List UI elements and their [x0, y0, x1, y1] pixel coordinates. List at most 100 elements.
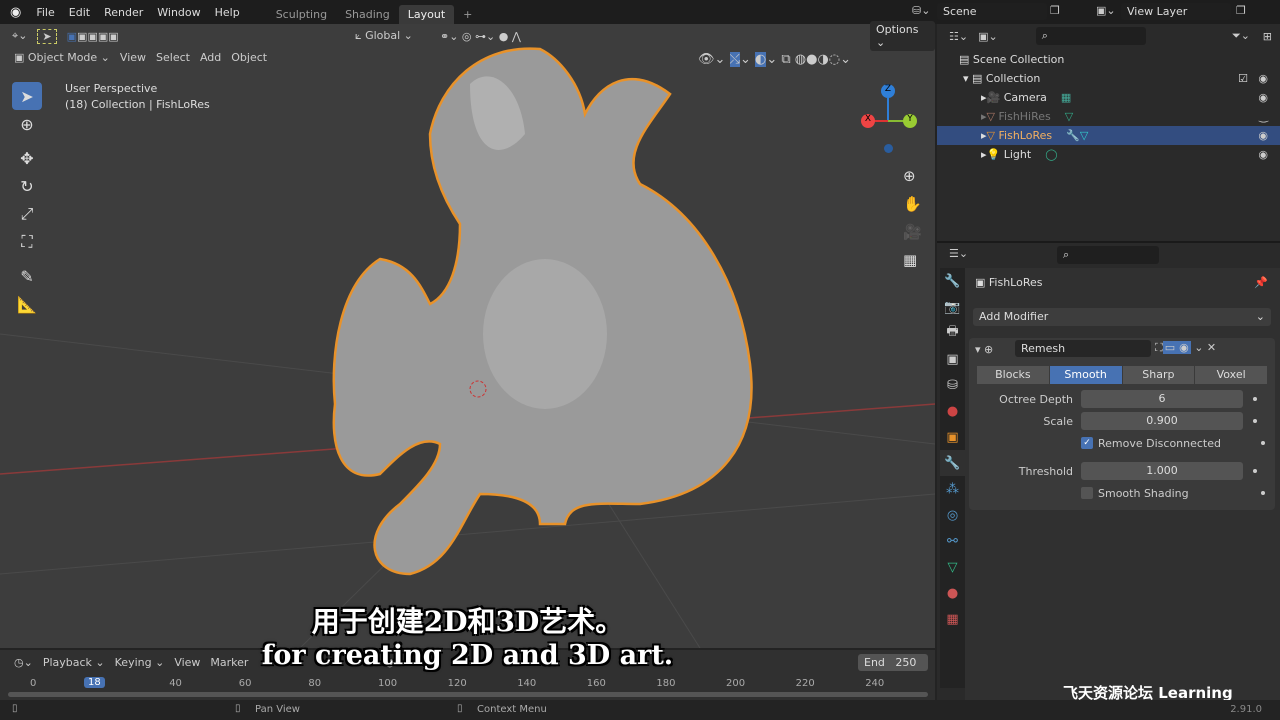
menu-window[interactable]: Window	[150, 6, 207, 19]
frame-tick: 180	[656, 678, 676, 689]
view-layer-tab-icon[interactable]: ▣	[940, 346, 965, 372]
outliner-search[interactable]: ⌕	[1035, 27, 1146, 45]
camera-view-icon[interactable]: 🎥	[903, 218, 922, 246]
material-tab-icon[interactable]: ●	[940, 580, 965, 606]
threshold-field[interactable]: 1.000	[1081, 462, 1243, 480]
menu-edit[interactable]: Edit	[62, 6, 97, 19]
scene-icon[interactable]: ⛁⌄	[912, 4, 930, 17]
move-tool[interactable]: ✥	[12, 144, 42, 172]
tool-tab-icon[interactable]: 🔧	[940, 268, 965, 294]
tab-sculpting[interactable]: Sculpting	[267, 5, 336, 24]
output-tab-icon[interactable]: 🖶	[940, 320, 965, 346]
pin-icon[interactable]: 📌	[1254, 276, 1268, 289]
new-collection-icon[interactable]: ⊞	[1263, 30, 1272, 43]
navigation-gizmo[interactable]: Z X Y	[858, 80, 920, 160]
data-tab-icon[interactable]: ▽	[940, 554, 965, 580]
particles-tab-icon[interactable]: ⁂	[940, 476, 965, 502]
frame-tick: 0	[30, 678, 37, 689]
outliner-item-fishhires[interactable]: ▸ ▽ FishHiRes ▽ ‿	[937, 107, 1280, 126]
eye-closed-icon[interactable]: ‿	[1259, 110, 1268, 123]
menu-render[interactable]: Render	[97, 6, 150, 19]
frame-ruler[interactable]: 0 40 60 80 100 120 140 160 180 200 220 240	[0, 678, 935, 692]
scale-field[interactable]: 0.900	[1081, 412, 1243, 430]
physics-tab-icon[interactable]: ◎	[940, 502, 965, 528]
world-tab-icon[interactable]: ●	[940, 398, 965, 424]
pivot-snap-icons[interactable]: ⚭⌄ ◎ ⊶⌄ ● ⋀	[440, 30, 521, 43]
current-frame-indicator[interactable]: 18	[84, 677, 105, 688]
editor-type-icon[interactable]: ☰⌄	[949, 247, 968, 260]
outliner-item-light[interactable]: ▸ 💡 Light ◯ ◉	[937, 145, 1280, 164]
mode-blocks[interactable]: Blocks	[977, 366, 1049, 384]
cursor-tool[interactable]: ⊕	[12, 110, 42, 138]
axis-z[interactable]: Z	[881, 84, 895, 98]
viewport-shading-icons[interactable]: 👁⌄ ⤯⌄ ◐⌄ ⧉ ◍●◑◌⌄	[698, 52, 851, 67]
octree-depth-field[interactable]: 6	[1081, 390, 1243, 408]
selection-mode-icons[interactable]: ▣▣▣▣▣	[67, 30, 119, 43]
scale-tool[interactable]: ⤢	[12, 200, 42, 228]
measure-tool[interactable]: 📐	[12, 290, 42, 318]
options-dropdown[interactable]: Options ⌄	[870, 21, 935, 51]
object-tab-icon[interactable]: ▣	[940, 424, 965, 450]
scene-field[interactable]: Scene	[937, 3, 1047, 20]
tab-shading[interactable]: Shading	[336, 5, 399, 24]
view-layer-field[interactable]: View Layer	[1121, 3, 1231, 20]
mode-smooth[interactable]: Smooth	[1049, 366, 1122, 384]
mode-voxel[interactable]: Voxel	[1195, 366, 1267, 384]
subtitle-english: for creating 2D and 3D art.	[261, 640, 674, 671]
axis-x[interactable]: X	[861, 114, 875, 128]
menu-file[interactable]: File	[29, 6, 61, 19]
view-layer-icon[interactable]: ▣⌄	[1096, 4, 1116, 17]
eye-icon[interactable]: ◉	[1258, 72, 1268, 85]
blender-logo-icon[interactable]: ◉	[0, 5, 29, 20]
filter-view-icon[interactable]: ▣⌄	[978, 30, 998, 43]
render-tab-icon[interactable]: 📷	[940, 294, 965, 320]
eye-icon[interactable]: ◉	[1258, 91, 1268, 104]
menu-add[interactable]: Add	[200, 51, 221, 64]
checkbox-icon[interactable]: ☑	[1238, 72, 1248, 85]
copy-view-layer-icon[interactable]: ❐	[1236, 4, 1246, 17]
constraints-tab-icon[interactable]: ⚯	[940, 528, 965, 554]
grid-view-icon[interactable]: ▦	[903, 246, 922, 274]
remove-disconnected-checkbox[interactable]: ✓ Remove Disconnected	[969, 432, 1275, 454]
outliner-scene-collection[interactable]: ▤ Scene Collection	[937, 50, 1280, 69]
eye-icon[interactable]: ◉	[1258, 129, 1268, 142]
modifier-tab-icon[interactable]: 🔧	[940, 450, 965, 476]
outliner-item-camera[interactable]: ▸ 🎥 Camera ▦ ◉	[937, 88, 1280, 107]
toolbar: ➤ ⊕ ✥ ↻ ⤢ ⛶ ✎ 📐	[12, 82, 42, 318]
pan-hand-icon[interactable]: ✋	[903, 190, 922, 218]
texture-tab-icon[interactable]: ▦	[940, 606, 965, 632]
smooth-shading-checkbox[interactable]: Smooth Shading	[969, 482, 1275, 504]
menu-object[interactable]: Object	[231, 51, 267, 64]
menu-select[interactable]: Select	[156, 51, 190, 64]
collapse-icon[interactable]: ▾ ⊕	[975, 343, 993, 356]
remesh-mode-selector[interactable]: Blocks Smooth Sharp Voxel	[977, 366, 1267, 384]
object-mode-dropdown[interactable]: ▣ Object Mode ⌄	[14, 51, 110, 64]
select-tool-icon[interactable]: ➤	[37, 28, 57, 44]
zoom-icon[interactable]: ⊕	[903, 162, 922, 190]
add-workspace-button[interactable]: +	[454, 5, 481, 24]
outliner-item-fishlores[interactable]: ▸ ▽ FishLoRes 🔧 ▽ ◉	[937, 126, 1280, 145]
tool-settings-icon[interactable]: ⌖⌄	[12, 29, 27, 43]
tab-layout[interactable]: Layout	[398, 5, 455, 24]
copy-scene-icon[interactable]: ❐	[1050, 4, 1060, 17]
timeline-scrollbar[interactable]	[8, 692, 928, 697]
3d-viewport[interactable]: ⌖⌄ ➤ ▣▣▣▣▣ ⟀ Global ⌄ ⚭⌄ ◎ ⊶⌄ ● ⋀ Option…	[0, 21, 935, 648]
mode-sharp[interactable]: Sharp	[1122, 366, 1195, 384]
add-modifier-dropdown[interactable]: Add Modifier ⌄	[973, 308, 1271, 326]
rotate-tool[interactable]: ↻	[12, 172, 42, 200]
menu-view[interactable]: View	[120, 51, 146, 64]
properties-search[interactable]: ⌕	[1057, 246, 1159, 264]
axis-y[interactable]: Y	[903, 114, 917, 128]
modifier-toggle-icons[interactable]: ⛶ ▭ ◉ ⌄ ✕	[1155, 341, 1216, 355]
transform-orientation[interactable]: ⟀ Global ⌄	[355, 29, 413, 43]
select-box-tool[interactable]: ➤	[12, 82, 42, 110]
eye-icon[interactable]: ◉	[1258, 148, 1268, 161]
display-mode-icon[interactable]: ☷⌄	[949, 30, 968, 43]
outliner-collection[interactable]: ▾ ▤ Collection ☑ ◉	[937, 69, 1280, 88]
filter-icon[interactable]: ⏷⌄	[1232, 29, 1250, 43]
transform-tool[interactable]: ⛶	[12, 228, 42, 256]
menu-help[interactable]: Help	[208, 6, 247, 19]
annotate-tool[interactable]: ✎	[12, 262, 42, 290]
modifier-name-field[interactable]: Remesh	[1015, 340, 1151, 357]
scene-tab-icon[interactable]: ⛁	[940, 372, 965, 398]
